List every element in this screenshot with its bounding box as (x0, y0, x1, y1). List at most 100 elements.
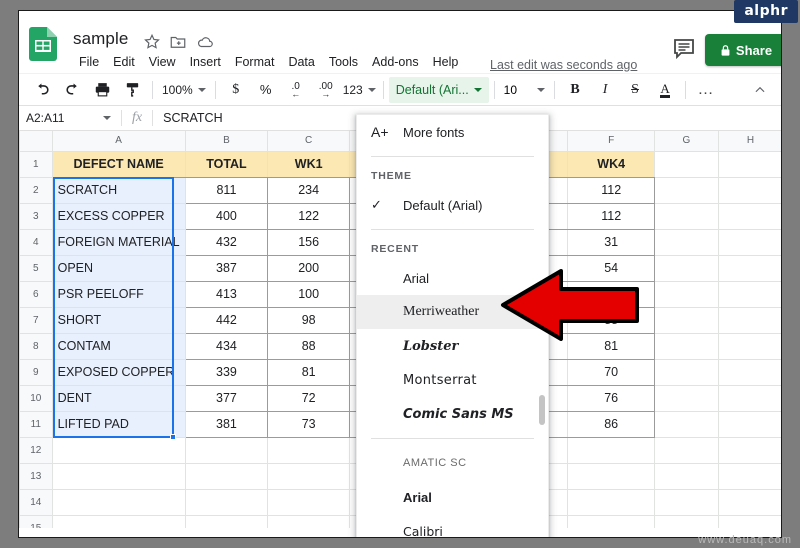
font-item-comic-sans-ms[interactable]: Comic Sans MS (357, 397, 548, 431)
column-header-f[interactable]: F (567, 131, 655, 152)
more-fonts-item[interactable]: A+ More fonts (357, 115, 548, 149)
percent-format-button[interactable]: % (253, 77, 279, 103)
cell-g5[interactable] (653, 254, 719, 282)
cell-h2[interactable] (717, 176, 781, 204)
cell-g7[interactable] (653, 306, 719, 334)
menu-item-format[interactable]: Format (229, 54, 281, 70)
cell-c5[interactable]: 200 (267, 254, 351, 282)
cell-a2[interactable]: SCRATCH (51, 176, 186, 204)
print-icon[interactable] (89, 77, 115, 103)
cell-c4[interactable]: 156 (267, 228, 351, 256)
cell-a12[interactable] (51, 436, 186, 464)
menu-item-help[interactable]: Help (427, 54, 465, 70)
cell-c3[interactable]: 122 (267, 202, 351, 230)
cell-f8[interactable]: 81 (567, 332, 655, 360)
column-header-b[interactable]: B (184, 131, 269, 152)
cell-f6[interactable]: 88 (567, 280, 655, 308)
cell-b5[interactable]: 387 (184, 254, 269, 282)
cell-a10[interactable]: DENT (51, 384, 186, 412)
row-header-13[interactable]: 13 (19, 462, 53, 490)
cell-b3[interactable]: 400 (184, 202, 269, 230)
row-header-15[interactable]: 15 (19, 514, 53, 528)
column-header-h[interactable]: H (717, 131, 781, 152)
row-header-8[interactable]: 8 (19, 332, 53, 360)
menu-item-tools[interactable]: Tools (323, 54, 364, 70)
cell-c10[interactable]: 72 (267, 384, 351, 412)
cell-g4[interactable] (653, 228, 719, 256)
undo-icon[interactable] (29, 77, 55, 103)
more-formats-button[interactable]: 123 (343, 77, 376, 103)
cell-f15[interactable] (567, 514, 655, 528)
cell-h13[interactable] (717, 462, 781, 490)
row-header-1[interactable]: 1 (19, 150, 53, 178)
cell-g12[interactable] (653, 436, 719, 464)
cell-g3[interactable] (653, 202, 719, 230)
menu-item-file[interactable]: File (73, 54, 105, 70)
cell-g2[interactable] (653, 176, 719, 204)
cell-g6[interactable] (653, 280, 719, 308)
cell-g11[interactable] (653, 410, 719, 438)
row-header-14[interactable]: 14 (19, 488, 53, 516)
cell-b8[interactable]: 434 (184, 332, 269, 360)
menu-item-data[interactable]: Data (282, 54, 320, 70)
cell-b4[interactable]: 432 (184, 228, 269, 256)
cell-c8[interactable]: 88 (267, 332, 351, 360)
cell-c7[interactable]: 98 (267, 306, 351, 334)
cell-f11[interactable]: 86 (567, 410, 655, 438)
cell-f9[interactable]: 70 (567, 358, 655, 386)
cell-c11[interactable]: 73 (267, 410, 351, 438)
row-header-10[interactable]: 10 (19, 384, 53, 412)
font-family-selector[interactable]: Default (Ari... (388, 76, 489, 103)
zoom-selector[interactable]: 100% (160, 77, 208, 103)
cell-h6[interactable] (717, 280, 781, 308)
cell-f14[interactable] (567, 488, 655, 516)
document-title[interactable]: sample (73, 29, 128, 49)
cell-a13[interactable] (51, 462, 186, 490)
dropdown-scrollbar[interactable] (539, 395, 545, 425)
move-to-folder-icon[interactable] (169, 33, 187, 51)
cell-c15[interactable] (267, 514, 351, 528)
cell-a4[interactable]: FOREIGN MATERIAL (51, 228, 186, 256)
cell-g9[interactable] (653, 358, 719, 386)
row-header-2[interactable]: 2 (19, 176, 53, 204)
cell-a8[interactable]: CONTAM (51, 332, 186, 360)
cell-h3[interactable] (717, 202, 781, 230)
cell-h4[interactable] (717, 228, 781, 256)
text-color-button[interactable]: A (652, 77, 678, 103)
chevron-down-icon[interactable] (103, 116, 111, 120)
column-header-c[interactable]: C (267, 131, 351, 152)
cell-c12[interactable] (267, 436, 351, 464)
cell-b10[interactable]: 377 (184, 384, 269, 412)
column-header-g[interactable]: G (653, 131, 719, 152)
menu-item-view[interactable]: View (143, 54, 182, 70)
row-header-7[interactable]: 7 (19, 306, 53, 334)
cell-c1[interactable]: WK1 (267, 150, 351, 178)
cell-a1[interactable]: DEFECT NAME (51, 150, 186, 178)
cell-h7[interactable] (717, 306, 781, 334)
currency-format-button[interactable]: $ (223, 77, 249, 103)
cell-b9[interactable]: 339 (184, 358, 269, 386)
cell-f2[interactable]: 112 (567, 176, 655, 204)
cell-h11[interactable] (717, 410, 781, 438)
menu-item-insert[interactable]: Insert (184, 54, 227, 70)
italic-button[interactable]: I (592, 77, 618, 103)
cell-b1[interactable]: TOTAL (184, 150, 269, 178)
cell-g15[interactable] (653, 514, 719, 528)
font-item-arial-all[interactable]: Arial (357, 480, 548, 514)
font-item-montserrat[interactable]: Montserrat (357, 363, 548, 397)
font-item-arial[interactable]: Arial (357, 261, 548, 295)
share-button[interactable]: Share (705, 34, 781, 66)
comment-icon[interactable] (671, 36, 697, 60)
cell-f13[interactable] (567, 462, 655, 490)
cell-b13[interactable] (184, 462, 269, 490)
name-box[interactable]: A2:A11 (19, 111, 103, 125)
cloud-saved-icon[interactable] (196, 33, 214, 51)
font-item-merriweather[interactable]: Merriweather (357, 295, 548, 329)
cell-f10[interactable]: 76 (567, 384, 655, 412)
cell-a6[interactable]: PSR PEELOFF (51, 280, 186, 308)
font-item-default-arial[interactable]: ✓ Default (Arial) (357, 188, 548, 222)
cell-b7[interactable]: 442 (184, 306, 269, 334)
collapse-toolbar-icon[interactable] (747, 77, 773, 103)
menu-item-addons[interactable]: Add-ons (366, 54, 425, 70)
cell-h5[interactable] (717, 254, 781, 282)
